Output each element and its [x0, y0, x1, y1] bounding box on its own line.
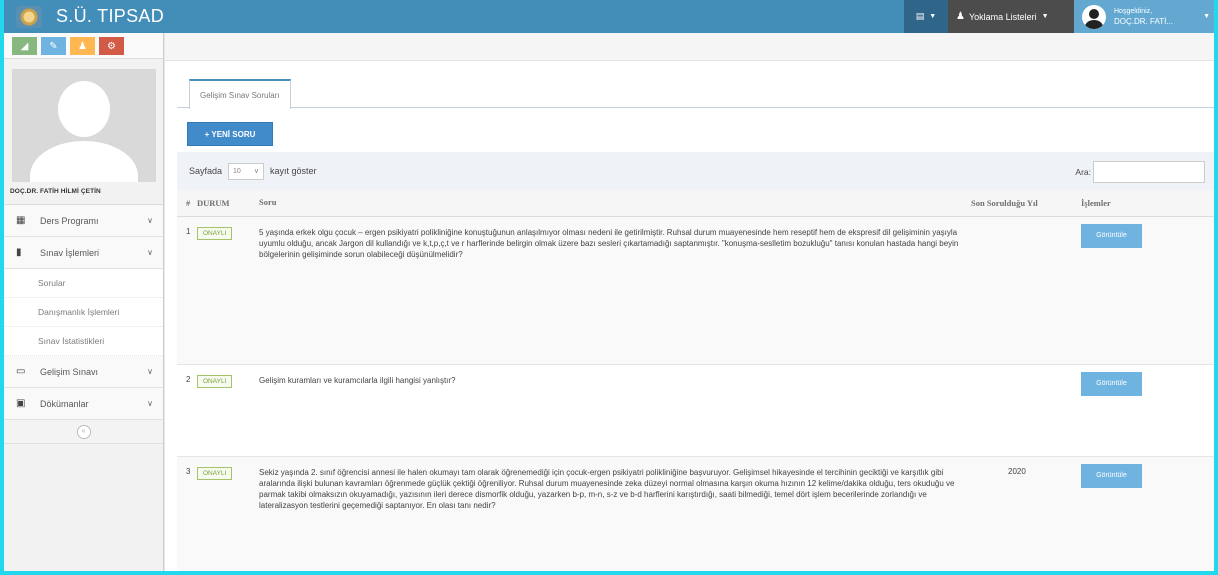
table-row: 3 ONAYLI Sekiz yaşında 2. sınıf öğrencis… [177, 456, 1214, 571]
status-badge: ONAYLI [197, 374, 233, 388]
sidebar-item-gelisim-sinavi[interactable]: ▭ Gelişim Sınavı ∨ [4, 356, 163, 388]
sidebar-menu: ▦ Ders Programı ∨ ▮ Sınav İşlemleri ∨ So… [4, 204, 163, 444]
row-question: 5 yaşında erkek olgu çocuk – ergen psiki… [259, 216, 971, 365]
submenu-item-danismanlik[interactable]: Danışmanlık İşlemleri [4, 298, 163, 327]
double-angle-left-icon: « [76, 424, 91, 439]
profile-placeholder-body [30, 141, 138, 182]
list-icon: ▤ [915, 11, 925, 21]
row-year [971, 364, 1075, 457]
row-num: 1 [177, 216, 197, 365]
col-header-soru[interactable]: Soru [259, 190, 971, 217]
page-length-value: 10 [233, 167, 241, 175]
length-suffix: kayıt göster [270, 166, 317, 176]
chevron-down-icon: ∨ [147, 399, 153, 408]
sidebar-item-label: Ders Programı [40, 215, 99, 226]
sidebar-item-ders-programi[interactable]: ▦ Ders Programı ∨ [4, 205, 163, 237]
col-header-durum[interactable]: DURUM [197, 190, 259, 217]
sidebar: ◢ ✎ ♟ ⚙ DOÇ.DR. FATİH HİLMİ ÇETİN ▦ Ders… [4, 33, 164, 571]
sidebar-item-label: Gelişim Sınavı [40, 366, 99, 377]
table-controls: Sayfada 10 ∨ kayıt göster Ara: [177, 152, 1214, 190]
main-content: Gelişim Sınav Soruları + YENİ SORU Sayfa… [165, 33, 1214, 571]
folder-icon: ▣ [16, 398, 26, 409]
app-frame: S.Ü. TIPSAD ▤ ▼ ♟ Yoklama Listeleri ▼ Ho… [0, 0, 1218, 575]
user-avatar-icon [1082, 4, 1106, 29]
user-info: Hoşgeldiniz, DOÇ.DR. FATİ... [1114, 7, 1173, 27]
table-header-row: # DURUM Soru Son Sorulduğu Yıl İşlemler [177, 190, 1214, 217]
university-logo-icon [16, 5, 42, 28]
cogs-icon[interactable]: ⚙ [99, 37, 124, 55]
caret-down-icon: ▼ [1203, 13, 1210, 20]
sidebar-shortcuts: ◢ ✎ ♟ ⚙ [4, 33, 163, 59]
submenu-item-istatistikler[interactable]: Sınav İstatistikleri [4, 327, 163, 356]
sidebar-item-label: Sınav İşlemleri [40, 247, 100, 258]
chevron-down-icon: ∨ [147, 367, 153, 376]
row-actions-cell: Görüntüle [1075, 216, 1214, 365]
profile-photo [12, 69, 156, 182]
page-content: Gelişim Sınav Soruları + YENİ SORU Sayfa… [177, 75, 1214, 571]
pencil-icon[interactable]: ✎ [41, 37, 66, 55]
sidebar-item-label: Dökümanlar [40, 398, 89, 409]
sidebar-item-sinav-islemleri[interactable]: ▮ Sınav İşlemleri ∨ [4, 237, 163, 269]
signal-icon[interactable]: ◢ [12, 37, 37, 55]
row-actions-cell: Görüntüle [1075, 456, 1214, 571]
row-num: 2 [177, 364, 197, 457]
row-year: 2020 [971, 456, 1075, 571]
tab-gelisim-sinav-sorulari[interactable]: Gelişim Sınav Soruları [189, 79, 291, 109]
questions-table: # DURUM Soru Son Sorulduğu Yıl İşlemler … [177, 190, 1214, 571]
brand[interactable]: S.Ü. TIPSAD [4, 0, 164, 33]
status-badge: ONAYLI [197, 466, 233, 480]
navbar-right: ▤ ▼ ♟ Yoklama Listeleri ▼ Hoşgeldiniz, D… [904, 0, 1214, 33]
calendar-icon: ▦ [16, 215, 26, 226]
row-question: Sekiz yaşında 2. sınıf öğrencisi annesi … [259, 456, 971, 571]
view-button[interactable]: Görüntüle [1081, 223, 1142, 248]
col-header-islemler: İşlemler [1075, 190, 1214, 217]
user-menu[interactable]: Hoşgeldiniz, DOÇ.DR. FATİ... ▼ [1074, 0, 1214, 33]
tab-bar: Gelişim Sınav Soruları [177, 75, 1214, 109]
view-button[interactable]: Görüntüle [1081, 463, 1142, 488]
profile-placeholder-head [58, 81, 110, 137]
tab-body: + YENİ SORU Sayfada 10 ∨ kayıt göster Ar… [177, 108, 1214, 571]
caret-down-icon: ▼ [1041, 13, 1049, 20]
yoklama-label: Yoklama Listeleri [968, 11, 1037, 22]
profile-name: DOÇ.DR. FATİH HİLMİ ÇETİN [10, 188, 101, 195]
row-status-cell: ONAYLI [197, 364, 259, 457]
users-icon: ♟ [956, 11, 965, 22]
length-prefix: Sayfada [189, 166, 223, 176]
top-navbar: S.Ü. TIPSAD ▤ ▼ ♟ Yoklama Listeleri ▼ Ho… [4, 0, 1214, 33]
new-question-button[interactable]: + YENİ SORU [187, 122, 273, 146]
row-year [971, 216, 1075, 365]
status-badge: ONAYLI [197, 226, 233, 240]
sinav-submenu: Sorular Danışmanlık İşlemleri Sınav İsta… [4, 269, 163, 356]
row-question: Gelişim kuramları ve kuramcılarla ilgili… [259, 364, 971, 457]
user-name: DOÇ.DR. FATİ... [1114, 16, 1173, 26]
user-greeting: Hoşgeldiniz, [1114, 7, 1153, 15]
search: Ara: [1075, 161, 1205, 183]
row-actions-cell: Görüntüle [1075, 364, 1214, 457]
view-button[interactable]: Görüntüle [1081, 371, 1142, 396]
submenu-item-sorular[interactable]: Sorular [4, 269, 163, 298]
chevron-down-icon: ∨ [253, 168, 260, 175]
caret-down-icon: ▼ [929, 13, 937, 20]
desktop-icon: ▭ [16, 366, 26, 377]
row-num: 3 [177, 456, 197, 571]
row-status-cell: ONAYLI [197, 456, 259, 571]
search-input[interactable] [1093, 161, 1205, 183]
brand-title: S.Ü. TIPSAD [56, 6, 164, 26]
search-label: Ara: [1075, 167, 1091, 177]
tasks-dropdown[interactable]: ▤ ▼ [904, 0, 948, 33]
table-row: 2 ONAYLI Gelişim kuramları ve kuramcılar… [177, 364, 1214, 457]
sidebar-item-dokumanlar[interactable]: ▣ Dökümanlar ∨ [4, 388, 163, 420]
users-icon[interactable]: ♟ [70, 37, 95, 55]
chevron-down-icon: ∨ [147, 216, 153, 225]
row-status-cell: ONAYLI [197, 216, 259, 365]
col-header-num[interactable]: # [177, 190, 197, 217]
page-length-select[interactable]: 10 ∨ [228, 162, 265, 180]
chevron-down-icon: ∨ [147, 248, 153, 257]
book-icon: ▮ [16, 247, 22, 258]
col-header-son-yil[interactable]: Son Sorulduğu Yıl [971, 190, 1075, 217]
table-row: 1 ONAYLI 5 yaşında erkek olgu çocuk – er… [177, 216, 1214, 365]
sidebar-collapse[interactable]: « [4, 420, 163, 444]
breadcrumb [165, 33, 1214, 61]
yoklama-dropdown[interactable]: ♟ Yoklama Listeleri ▼ [948, 0, 1074, 33]
